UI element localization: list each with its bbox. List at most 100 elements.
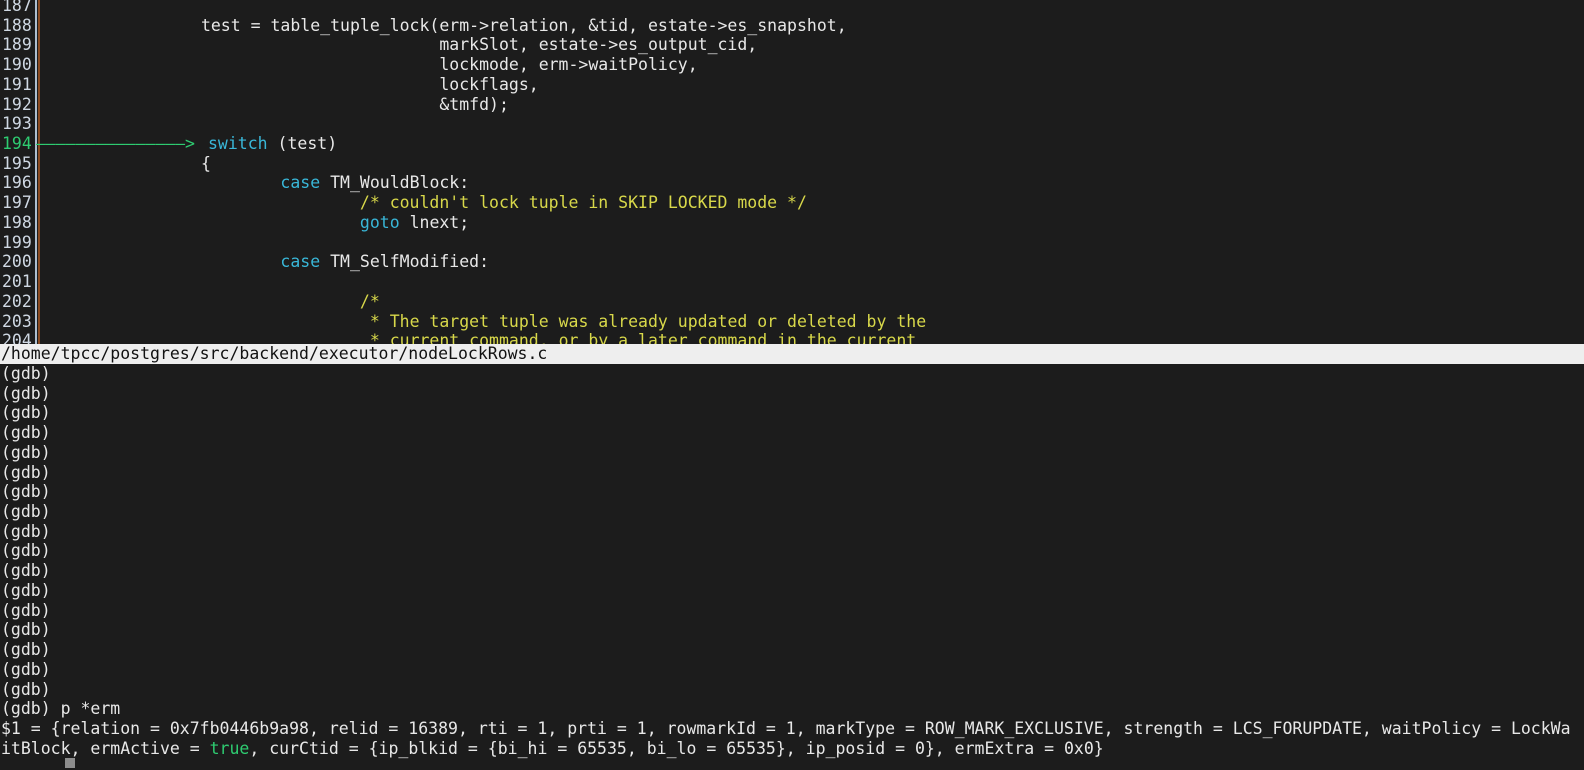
line-number: 189 bbox=[0, 35, 32, 55]
gutter-separator-secondary bbox=[38, 252, 40, 272]
source-line[interactable]: 193 bbox=[0, 114, 1584, 134]
gutter-separator-secondary bbox=[38, 0, 40, 16]
gutter-separator-secondary bbox=[38, 233, 40, 253]
line-number: 193 bbox=[0, 114, 32, 134]
gutter-separator-secondary bbox=[38, 16, 40, 36]
gutter-separator bbox=[35, 95, 37, 115]
line-number: 197 bbox=[0, 193, 32, 213]
gutter-separator bbox=[35, 173, 37, 193]
line-number: 192 bbox=[0, 95, 32, 115]
code-token: lockmode, erm->waitPolicy, bbox=[42, 55, 698, 74]
gutter-separator-secondary bbox=[38, 213, 40, 233]
status-bar-file-path: /home/tpcc/postgres/src/backend/executor… bbox=[0, 344, 1584, 364]
gutter-separator bbox=[35, 193, 37, 213]
source-code-text: case TM_WouldBlock: bbox=[42, 173, 469, 193]
gdb-prompt-line: (gdb) bbox=[1, 364, 1584, 384]
source-line[interactable]: 196 case TM_WouldBlock: bbox=[0, 173, 1584, 193]
output-text: , curCtid = {ip_blkid = {bi_hi = 65535, … bbox=[249, 739, 1103, 758]
gutter-separator bbox=[35, 75, 37, 95]
gdb-prompt-line: (gdb) bbox=[1, 680, 1584, 700]
code-token bbox=[42, 312, 370, 331]
source-code-text: * The target tuple was already updated o… bbox=[42, 312, 926, 332]
gdb-prompt-line: (gdb) bbox=[1, 660, 1584, 680]
source-line[interactable]: 192 &tmfd); bbox=[0, 95, 1584, 115]
line-number: 203 bbox=[0, 312, 32, 332]
code-token: switch bbox=[208, 134, 268, 153]
code-token: markSlot, estate->es_output_cid, bbox=[42, 35, 757, 54]
boolean-value: true bbox=[210, 739, 250, 758]
code-token bbox=[42, 252, 280, 271]
source-code-text: test = table_tuple_lock(erm->relation, &… bbox=[42, 16, 847, 36]
source-line[interactable]: 199 bbox=[0, 233, 1584, 253]
source-line[interactable]: 195 { bbox=[0, 154, 1584, 174]
code-token: /* bbox=[360, 292, 380, 311]
code-token bbox=[42, 193, 360, 212]
code-token: TM_WouldBlock: bbox=[320, 173, 469, 192]
source-code-pane[interactable]: 187188 test = table_tuple_lock(erm->rela… bbox=[0, 0, 1584, 348]
gdb-output-line: itBlock, ermActive = true, curCtid = {ip… bbox=[1, 739, 1584, 759]
code-token: case bbox=[280, 252, 320, 271]
gdb-prompt-line: (gdb) bbox=[1, 443, 1584, 463]
code-token: lnext; bbox=[400, 213, 470, 232]
source-line[interactable]: 191 lockflags, bbox=[0, 75, 1584, 95]
source-line[interactable]: 189 markSlot, estate->es_output_cid, bbox=[0, 35, 1584, 55]
gdb-prompt-line: (gdb) bbox=[1, 640, 1584, 660]
terminal-window: 187188 test = table_tuple_lock(erm->rela… bbox=[0, 0, 1584, 770]
gutter-separator-secondary bbox=[38, 272, 40, 292]
line-number: 196 bbox=[0, 173, 32, 193]
gdb-prompt-line: (gdb) bbox=[1, 463, 1584, 483]
line-number: 188 bbox=[0, 16, 32, 36]
source-line[interactable]: 188 test = table_tuple_lock(erm->relatio… bbox=[0, 16, 1584, 36]
gutter-separator bbox=[35, 292, 37, 312]
source-code-text: /* bbox=[42, 292, 380, 312]
line-number: 195 bbox=[0, 154, 32, 174]
gutter-separator bbox=[35, 16, 37, 36]
code-token: test = table_tuple_lock(erm->relation, &… bbox=[42, 16, 847, 35]
source-line[interactable]: 202 /* bbox=[0, 292, 1584, 312]
gutter-separator-secondary bbox=[38, 55, 40, 75]
source-line[interactable]: 203 * The target tuple was already updat… bbox=[0, 312, 1584, 332]
gdb-command-pane[interactable]: (gdb)(gdb)(gdb)(gdb)(gdb)(gdb)(gdb)(gdb)… bbox=[0, 364, 1584, 770]
gdb-prompt-line: (gdb) bbox=[1, 581, 1584, 601]
gutter-separator bbox=[35, 272, 37, 292]
gdb-prompt-line: (gdb) bbox=[1, 403, 1584, 423]
gdb-prompt-line: (gdb) bbox=[1, 620, 1584, 640]
line-number: 201 bbox=[0, 272, 32, 292]
source-code-text: goto lnext; bbox=[42, 213, 469, 233]
line-number: 194 bbox=[0, 134, 32, 154]
line-number: 187 bbox=[0, 0, 32, 16]
gdb-prompt-line: (gdb) bbox=[1, 482, 1584, 502]
source-line[interactable]: 190 lockmode, erm->waitPolicy, bbox=[0, 55, 1584, 75]
source-line[interactable]: 200 case TM_SelfModified: bbox=[0, 252, 1584, 272]
source-code-text: lockflags, bbox=[42, 75, 539, 95]
line-number: 198 bbox=[0, 213, 32, 233]
gutter-separator-secondary bbox=[38, 35, 40, 55]
source-line[interactable]: 201 bbox=[0, 272, 1584, 292]
gdb-output-line: $1 = {relation = 0x7fb0446b9a98, relid =… bbox=[1, 719, 1584, 739]
code-token: TM_SelfModified: bbox=[320, 252, 489, 271]
gutter-separator-secondary bbox=[38, 312, 40, 332]
gutter-separator bbox=[35, 55, 37, 75]
line-number: 190 bbox=[0, 55, 32, 75]
source-line[interactable]: 197 /* couldn't lock tuple in SKIP LOCKE… bbox=[0, 193, 1584, 213]
output-text: $1 = {relation = 0x7fb0446b9a98, relid =… bbox=[1, 719, 1571, 738]
code-token: /* couldn't lock tuple in SKIP LOCKED mo… bbox=[360, 193, 807, 212]
source-code-text: lockmode, erm->waitPolicy, bbox=[42, 55, 698, 75]
source-line[interactable]: 187 bbox=[0, 0, 1584, 16]
source-code-text: { bbox=[42, 154, 211, 174]
gdb-command-line: (gdb) p *erm bbox=[1, 699, 1584, 719]
source-code-text: /* couldn't lock tuple in SKIP LOCKED mo… bbox=[42, 193, 807, 213]
text-cursor bbox=[65, 758, 75, 768]
source-line[interactable]: 194———————————————>switch (test) bbox=[0, 134, 1584, 154]
source-code-text: switch (test) bbox=[208, 134, 337, 154]
gdb-prompt-line: (gdb) bbox=[1, 502, 1584, 522]
gutter-separator bbox=[35, 233, 37, 253]
source-line[interactable]: 198 goto lnext; bbox=[0, 213, 1584, 233]
gutter-separator-secondary bbox=[38, 114, 40, 134]
gutter-separator-secondary bbox=[38, 75, 40, 95]
line-number: 191 bbox=[0, 75, 32, 95]
gdb-prompt-line: (gdb) bbox=[1, 541, 1584, 561]
code-token: { bbox=[42, 154, 211, 173]
code-token: case bbox=[280, 173, 320, 192]
gutter-separator bbox=[35, 35, 37, 55]
